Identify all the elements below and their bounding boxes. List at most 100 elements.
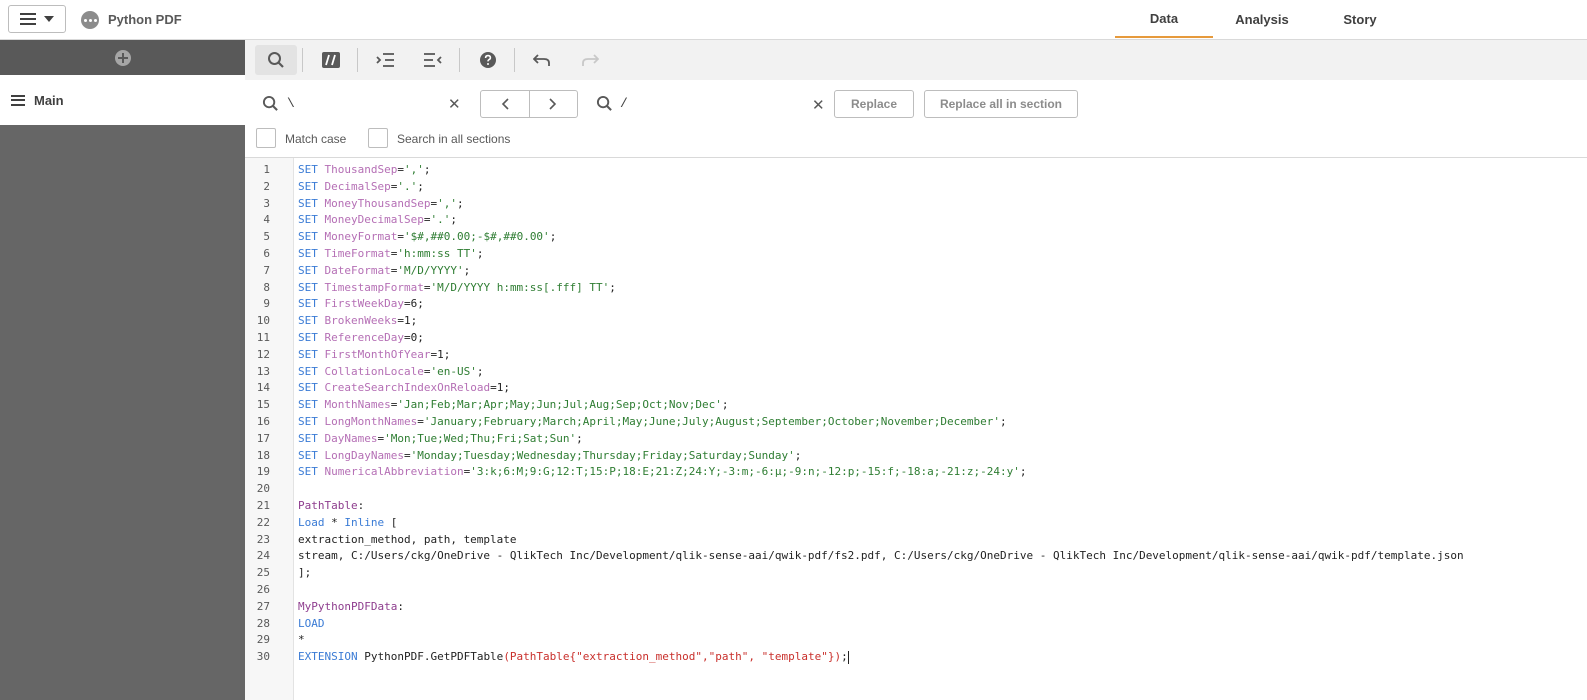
match-case-checkbox[interactable]	[256, 128, 276, 148]
code-token: ;	[456, 196, 464, 210]
code-token: TimeFormat	[324, 247, 391, 260]
outdent-icon	[424, 53, 442, 67]
code-token: ;	[576, 431, 583, 445]
code-token: '.'	[430, 213, 451, 227]
code-line: LOAD	[298, 616, 325, 632]
code-line: SET ThousandSep=',';	[298, 162, 430, 178]
code-token: extraction_method, path, template	[298, 532, 517, 546]
line-number: 27	[256, 599, 270, 613]
code-token: SET	[298, 213, 325, 227]
code-token: CreateSearchIndexOnReload	[324, 381, 491, 395]
code-token: ;	[721, 398, 729, 412]
replace-button[interactable]: Replace	[834, 90, 914, 118]
line-number: 30	[256, 650, 270, 664]
code-token: :	[397, 599, 404, 613]
line-number: 23	[256, 532, 270, 546]
line-number: 22	[256, 515, 270, 529]
replace-search-icon	[596, 95, 612, 111]
previous-match-button[interactable]	[481, 91, 530, 117]
clear-replace-button[interactable]: ✕	[812, 98, 825, 113]
code-token: ;	[476, 364, 484, 378]
line-number: 2	[263, 179, 270, 193]
code-token: MonthNames	[324, 398, 391, 412]
search-input[interactable]: \	[287, 96, 447, 116]
code-token: =1;	[490, 381, 510, 395]
line-number: 28	[256, 616, 270, 630]
find-replace-panel: \ ✕ / ✕ Replace Replace all in section M…	[245, 80, 1587, 158]
tab-data[interactable]: Data	[1115, 0, 1213, 38]
replace-input[interactable]: /	[620, 96, 810, 116]
line-number: 9	[263, 297, 270, 311]
chevron-left-icon	[501, 98, 509, 110]
sidebar-item-main[interactable]: Main	[0, 75, 245, 125]
code-token: =	[403, 448, 411, 462]
code-token: ;	[841, 650, 848, 664]
tab-story[interactable]: Story	[1311, 0, 1409, 38]
navigation-menu-button[interactable]	[8, 5, 66, 33]
section-label: Main	[34, 92, 64, 108]
code-token: SET	[298, 196, 325, 210]
code-token: 'h:mm:ss TT'	[397, 247, 477, 260]
code-line: SET MonthNames='Jan;Feb;Mar;Apr;May;Jun;…	[298, 397, 729, 413]
redo-button[interactable]	[569, 45, 611, 75]
line-number: 3	[263, 196, 270, 210]
undo-button[interactable]	[521, 45, 563, 75]
code-token: BrokenWeeks	[324, 314, 398, 328]
clear-search-button[interactable]: ✕	[448, 97, 461, 112]
outdent-button[interactable]	[412, 45, 454, 75]
code-token: ;	[417, 179, 424, 193]
plus-circle-icon	[114, 49, 131, 66]
replace-all-button[interactable]: Replace all in section	[924, 90, 1078, 118]
comment-button[interactable]	[310, 45, 352, 75]
line-number: 13	[256, 364, 270, 378]
code-token: LongMonthNames	[324, 415, 418, 428]
line-number: 26	[256, 583, 270, 596]
toolbar-divider	[357, 48, 358, 72]
line-number: 11	[256, 331, 270, 344]
code-token: 'M/D/YYYY'	[397, 263, 464, 277]
line-number: 6	[263, 247, 270, 260]
toolbar-divider	[302, 48, 303, 72]
code-token: SET	[298, 314, 325, 328]
app-more-icon[interactable]	[81, 11, 99, 29]
top-bar: Python PDF Data Analysis Story	[0, 0, 1587, 40]
code-token: DayNames	[324, 431, 378, 445]
app-title: Python PDF	[108, 12, 182, 27]
line-number: 17	[256, 431, 270, 445]
code-line: SET MoneyThousandSep=',';	[298, 196, 464, 212]
search-all-sections-checkbox[interactable]	[368, 128, 388, 148]
code-line: *	[298, 632, 305, 648]
code-token: SET	[298, 297, 325, 311]
code-token: =1;	[430, 347, 451, 361]
search-icon	[268, 52, 284, 68]
code-token: 'Mon;Tue;Wed;Thu;Fri;Sat;Sun'	[384, 431, 577, 445]
code-token: MoneyThousandSep	[324, 196, 431, 210]
code-token: '3:k;6:M;9:G;12:T;15:P;18:E;21:Z;24:Y;-3…	[470, 465, 1020, 479]
search-button[interactable]	[255, 45, 297, 75]
code-line: stream, C:/Users/ckg/OneDrive - QlikTech…	[298, 548, 1464, 564]
next-match-button[interactable]	[530, 91, 578, 117]
line-number: 15	[256, 398, 270, 412]
code-token: LongDayNames	[324, 448, 404, 462]
script-editor[interactable]: 1 2 3 4 5 6 7 8 9 10 11 12 13 14 15 16 17 18 19 20 21 22 23 24 2…	[245, 158, 1587, 700]
code-token: ;	[463, 263, 471, 277]
toolbar-divider	[459, 48, 460, 72]
line-number: 14	[256, 381, 270, 395]
add-section-button[interactable]	[0, 40, 245, 75]
line-number: 1	[263, 163, 270, 176]
code-token: FirstMonthOfYear	[324, 347, 431, 361]
code-token: ReferenceDay	[324, 331, 404, 344]
tab-analysis[interactable]: Analysis	[1213, 0, 1311, 38]
editor-toolbar	[245, 40, 1587, 80]
code-token: MyPythonPDFData	[298, 599, 398, 613]
indent-button[interactable]	[364, 45, 406, 75]
line-number: 8	[263, 280, 270, 294]
code-line: extraction_method, path, template	[298, 532, 517, 548]
code-line: SET FirstWeekDay=6;	[298, 296, 424, 312]
code-token: TimestampFormat	[324, 280, 424, 294]
match-case-label: Match case	[285, 132, 347, 146]
find-navigation	[480, 90, 578, 118]
code-token: SET	[298, 179, 325, 193]
help-button[interactable]	[467, 45, 509, 75]
code-token: (PathTable{"extraction_method","path", "…	[503, 650, 842, 664]
